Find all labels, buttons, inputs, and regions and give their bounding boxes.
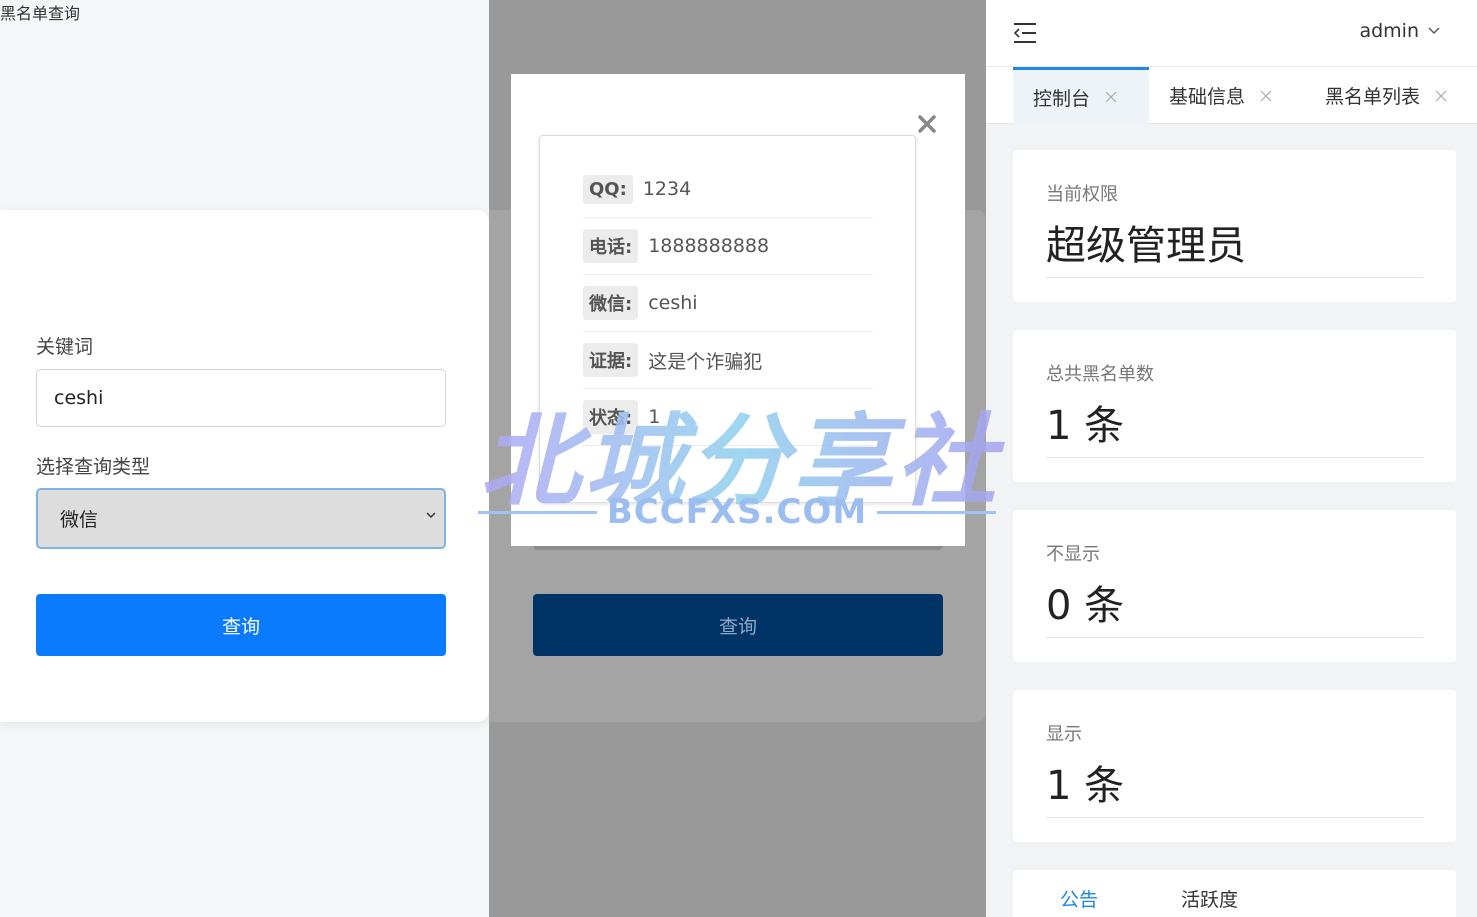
watermark-line xyxy=(877,510,997,514)
stat-label: 不显示 xyxy=(1046,544,1100,565)
result-value: 这是个诈骗犯 xyxy=(648,350,763,373)
keyword-input[interactable]: ceshi xyxy=(36,369,446,427)
close-icon[interactable] xyxy=(1434,89,1448,103)
menu-fold-icon[interactable] xyxy=(1012,21,1038,45)
user-menu[interactable]: admin xyxy=(1359,20,1441,42)
chevron-down-icon xyxy=(1428,27,1440,34)
divider xyxy=(1046,277,1423,278)
stat-value: 0 条 xyxy=(1046,583,1125,629)
user-name: admin xyxy=(1359,20,1419,42)
result-key: 电话: xyxy=(583,229,639,263)
stat-value: 1 条 xyxy=(1046,403,1125,449)
tab-basic-info[interactable]: 基础信息 xyxy=(1169,67,1273,124)
result-row-qq: QQ: 1234 xyxy=(583,161,873,218)
query-type-label: 选择查询类型 xyxy=(36,456,151,478)
bottom-tabs-card: 公告 活跃度 xyxy=(1013,870,1456,917)
watermark-line xyxy=(478,510,597,514)
result-row-wechat: 微信: ceshi xyxy=(583,275,873,332)
result-value: 1234 xyxy=(642,178,692,200)
tab-notice[interactable]: 公告 xyxy=(1060,885,1098,912)
stat-card-total: 总共黑名单数 1 条 xyxy=(1013,330,1456,482)
tab-console[interactable]: 控制台 xyxy=(1013,67,1149,124)
divider xyxy=(1046,817,1423,818)
top-bar: admin xyxy=(986,0,1477,67)
watermark-sub: BCCFXS.COM xyxy=(478,492,997,532)
tab-label: 基础信息 xyxy=(1169,86,1246,108)
stat-value: 超级管理员 xyxy=(1046,223,1246,269)
keyword-label: 关键词 xyxy=(36,336,94,358)
result-key: 微信: xyxy=(583,286,639,320)
chevron-down-icon xyxy=(426,512,436,519)
tab-bar: 控制台 基础信息 黑名单列表 xyxy=(986,67,1477,124)
result-key: 证据: xyxy=(583,343,639,377)
page-title: 黑名单查询 xyxy=(0,4,81,23)
tab-label: 黑名单列表 xyxy=(1325,86,1421,108)
tab-activity[interactable]: 活跃度 xyxy=(1181,885,1238,912)
result-value: 1888888888 xyxy=(648,235,770,257)
query-type-value: 微信 xyxy=(60,509,99,531)
stat-card-hidden: 不显示 0 条 xyxy=(1013,510,1456,662)
admin-dashboard: admin 控制台 基础信息 黑名单列表 当前权限 超级管理员 总共黑名单数 1… xyxy=(986,0,1477,917)
dimmed-query-button: 查询 xyxy=(533,594,943,656)
tab-label: 控制台 xyxy=(1033,87,1091,110)
query-type-select[interactable]: 微信 xyxy=(36,488,446,549)
query-panel: 黑名单查询 关键词 ceshi 选择查询类型 微信 查询 xyxy=(0,0,489,917)
stat-card-shown: 显示 1 条 xyxy=(1013,690,1456,842)
close-icon[interactable] xyxy=(1104,90,1118,104)
query-button[interactable]: 查询 xyxy=(36,594,446,656)
watermark-url: BCCFXS.COM xyxy=(606,492,868,532)
stat-card-permission: 当前权限 超级管理员 xyxy=(1013,150,1456,302)
tab-blacklist[interactable]: 黑名单列表 xyxy=(1325,67,1448,124)
close-icon[interactable] xyxy=(915,112,939,136)
stat-label: 当前权限 xyxy=(1046,184,1118,205)
result-value: ceshi xyxy=(648,292,698,314)
close-icon[interactable] xyxy=(1259,89,1273,103)
stat-label: 总共黑名单数 xyxy=(1046,364,1154,385)
divider xyxy=(1046,637,1423,638)
result-row-phone: 电话: 1888888888 xyxy=(583,218,873,275)
stat-value: 1 条 xyxy=(1046,763,1125,809)
divider xyxy=(1046,457,1423,458)
result-key: QQ: xyxy=(583,174,633,204)
stat-label: 显示 xyxy=(1046,724,1082,745)
